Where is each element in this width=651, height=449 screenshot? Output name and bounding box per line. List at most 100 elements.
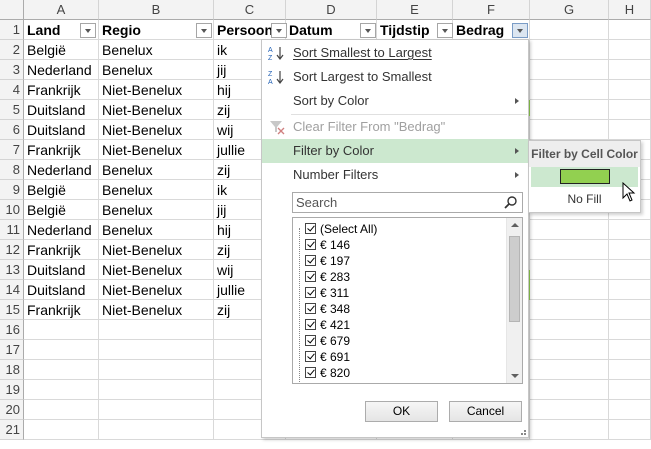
row-header-10[interactable]: 10 (0, 200, 24, 220)
table-cell[interactable] (24, 400, 99, 420)
filter-dropdown-button[interactable] (196, 23, 212, 38)
value-checkbox-item[interactable]: € 197 (305, 253, 350, 269)
table-cell[interactable] (99, 380, 214, 400)
table-cell[interactable]: België (24, 200, 99, 220)
column-header-B[interactable]: B (99, 0, 214, 20)
table-cell[interactable] (530, 360, 609, 380)
table-cell[interactable] (530, 280, 609, 300)
row-header-2[interactable]: 2 (0, 40, 24, 60)
table-cell[interactable] (99, 400, 214, 420)
table-cell[interactable] (609, 420, 651, 440)
value-checkbox-item[interactable]: € 348 (305, 301, 350, 317)
search-input[interactable]: Search (292, 192, 523, 213)
table-cell[interactable]: Niet-Benelux (99, 100, 214, 120)
number-filters-item[interactable]: Number Filters (262, 163, 528, 187)
checkbox-checked-icon[interactable] (305, 335, 316, 346)
table-cell[interactable]: Frankrijk (24, 140, 99, 160)
checkbox-checked-icon[interactable] (305, 303, 316, 314)
row-header-16[interactable]: 16 (0, 320, 24, 340)
table-cell[interactable] (609, 360, 651, 380)
list-scrollbar[interactable] (506, 218, 522, 383)
row-header-18[interactable]: 18 (0, 360, 24, 380)
sort-by-color-item[interactable]: Sort by Color (262, 89, 528, 113)
column-header-E[interactable]: E (377, 0, 453, 20)
value-checkbox-item[interactable]: € 283 (305, 269, 350, 285)
row-header-9[interactable]: 9 (0, 180, 24, 200)
table-cell[interactable]: Benelux (99, 160, 214, 180)
column-header-C[interactable]: C (214, 0, 286, 20)
column-header-H[interactable]: H (609, 0, 651, 20)
row-header-19[interactable]: 19 (0, 380, 24, 400)
checkbox-checked-icon[interactable] (305, 223, 316, 234)
row-header-1[interactable]: 1 (0, 20, 24, 40)
value-checkbox-item[interactable]: € 311 (305, 285, 349, 301)
value-checkbox-item[interactable]: € 820 (305, 365, 350, 381)
table-cell[interactable] (99, 320, 214, 340)
table-cell[interactable] (530, 260, 609, 280)
table-cell[interactable]: Niet-Benelux (99, 260, 214, 280)
table-cell[interactable]: Niet-Benelux (99, 280, 214, 300)
row-header-3[interactable]: 3 (0, 60, 24, 80)
table-cell[interactable] (24, 420, 99, 440)
column-header-G[interactable]: G (530, 0, 609, 20)
table-cell[interactable] (609, 220, 651, 240)
table-cell[interactable] (530, 400, 609, 420)
table-cell[interactable]: Benelux (99, 180, 214, 200)
value-checkbox-item[interactable]: € 859 (305, 381, 350, 384)
table-cell[interactable] (609, 40, 651, 60)
table-cell[interactable] (530, 420, 609, 440)
value-checkbox-item[interactable]: € 146 (305, 237, 350, 253)
table-cell[interactable]: Benelux (99, 200, 214, 220)
filter-dropdown-button[interactable] (360, 23, 376, 38)
table-cell[interactable] (99, 340, 214, 360)
table-cell[interactable]: Nederland (24, 160, 99, 180)
value-checkbox-item[interactable]: € 679 (305, 333, 350, 349)
table-cell[interactable] (24, 380, 99, 400)
table-cell[interactable]: Duitsland (24, 120, 99, 140)
table-cell[interactable] (609, 400, 651, 420)
table-cell[interactable] (24, 360, 99, 380)
table-cell[interactable] (530, 80, 609, 100)
table-cell[interactable]: Duitsland (24, 260, 99, 280)
green-color-swatch[interactable] (560, 169, 610, 184)
checkbox-checked-icon[interactable] (305, 271, 316, 282)
checkbox-checked-icon[interactable] (305, 319, 316, 330)
row-header-5[interactable]: 5 (0, 100, 24, 120)
filter-dropdown-button[interactable] (80, 23, 96, 38)
table-cell[interactable]: Benelux (99, 60, 214, 80)
header-cell[interactable] (530, 20, 609, 40)
checkbox-checked-icon[interactable] (305, 383, 316, 384)
row-header-20[interactable]: 20 (0, 400, 24, 420)
table-cell[interactable] (609, 320, 651, 340)
table-cell[interactable] (24, 320, 99, 340)
table-cell[interactable] (530, 60, 609, 80)
sort-ascending-item[interactable]: AZ Sort Smallest to Largest (262, 41, 528, 65)
table-cell[interactable]: Niet-Benelux (99, 120, 214, 140)
table-cell[interactable] (609, 240, 651, 260)
table-cell[interactable] (530, 340, 609, 360)
table-cell[interactable] (609, 280, 651, 300)
table-cell[interactable]: Frankrijk (24, 80, 99, 100)
table-cell[interactable] (530, 320, 609, 340)
row-header-14[interactable]: 14 (0, 280, 24, 300)
row-header-11[interactable]: 11 (0, 220, 24, 240)
value-checkbox-item[interactable]: € 421 (305, 317, 350, 333)
table-cell[interactable] (530, 240, 609, 260)
select-all-corner[interactable] (0, 0, 24, 20)
table-cell[interactable]: Duitsland (24, 100, 99, 120)
table-cell[interactable]: Benelux (99, 220, 214, 240)
table-cell[interactable] (99, 420, 214, 440)
table-cell[interactable] (609, 380, 651, 400)
table-cell[interactable] (99, 360, 214, 380)
ok-button[interactable]: OK (365, 401, 438, 422)
scroll-up-icon[interactable] (511, 223, 519, 227)
filter-dropdown-button[interactable] (512, 23, 528, 38)
filter-by-color-item[interactable]: Filter by Color (262, 139, 528, 163)
filter-dropdown-button[interactable] (271, 23, 287, 38)
column-header-D[interactable]: D (286, 0, 377, 20)
cancel-button[interactable]: Cancel (449, 401, 522, 422)
table-cell[interactable]: Nederland (24, 60, 99, 80)
row-header-7[interactable]: 7 (0, 140, 24, 160)
table-cell[interactable]: Frankrijk (24, 240, 99, 260)
table-cell[interactable]: België (24, 180, 99, 200)
